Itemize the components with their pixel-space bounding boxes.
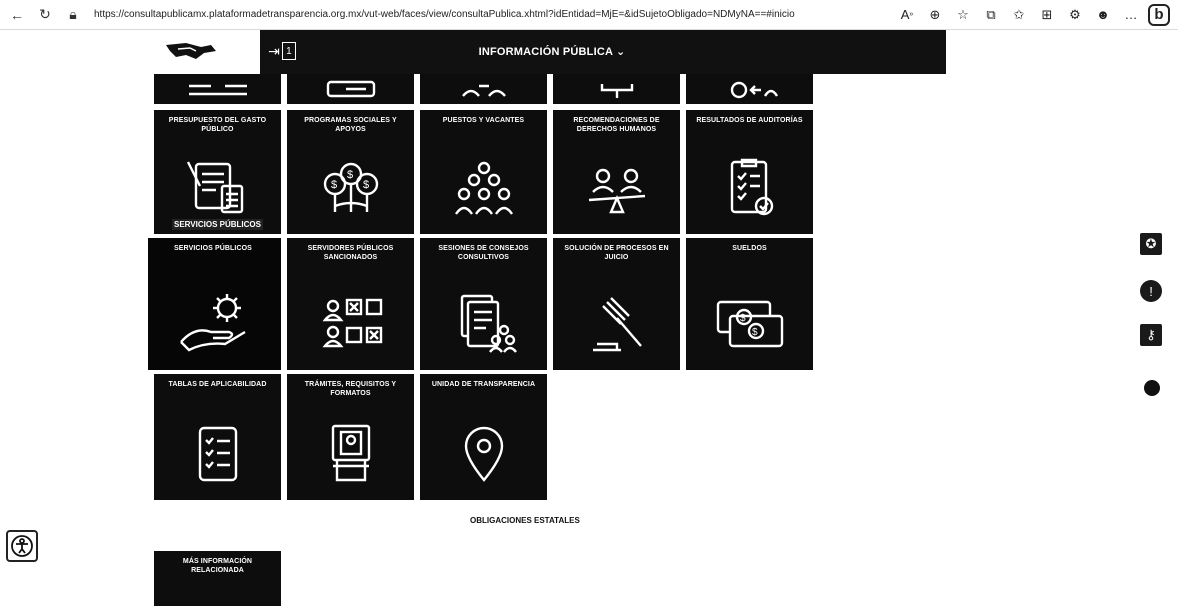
svg-text:$: $	[740, 313, 746, 324]
eagle-logo-icon	[166, 43, 216, 59]
reload-icon[interactable]: ↻	[34, 4, 56, 26]
lock-icon[interactable]: 🔒︎	[62, 4, 84, 26]
budget-doc-icon	[154, 156, 281, 220]
svg-text:$: $	[347, 169, 353, 181]
money-bills-icon: $ $	[686, 292, 813, 356]
tile-sueldos[interactable]: SUELDOS $ $	[686, 238, 813, 370]
tile-unidad-transparencia[interactable]: UNIDAD DE TRANSPARENCIA	[420, 374, 547, 500]
tile-sesiones-consejos[interactable]: SESIONES DE CONSEJOS CONSULTIVOS	[420, 238, 547, 370]
tile-label: SERVIDORES PÚBLICOS SANCIONADOS	[307, 245, 394, 261]
svg-text:$: $	[331, 179, 337, 191]
svg-text:$: $	[752, 327, 758, 338]
tile-top-2[interactable]	[287, 74, 414, 104]
tile-servidores-sancionados[interactable]: SERVIDORES PÚBLICOS SANCIONADOS	[287, 238, 414, 370]
keyboard-icon	[287, 80, 414, 100]
menu-toggle-button[interactable]: ⇥ 1	[262, 38, 302, 64]
zoom-icon[interactable]: ⊕	[924, 4, 946, 26]
people-icon	[420, 80, 547, 100]
tile-label: MÁS INFORMACIÓN RELACIONADA	[182, 558, 253, 574]
tile-label: SERVICIOS PÚBLICOS	[174, 245, 252, 252]
address-bar[interactable]: https://consultapublicamx.plataformadetr…	[94, 9, 834, 20]
documents-people-icon	[420, 292, 547, 356]
branch-icon	[553, 80, 680, 100]
favorite-star-icon[interactable]: ☆	[952, 4, 974, 26]
clipboard-check-icon	[686, 156, 813, 220]
hand-gear-icon	[148, 286, 281, 356]
sanctioned-icon	[287, 292, 414, 356]
exchange-icon	[686, 80, 813, 100]
tile-label: SUELDOS	[732, 245, 767, 252]
menu-box: 1	[281, 42, 296, 60]
profile-icon[interactable]: ☻	[1092, 4, 1114, 26]
tile-top-5[interactable]	[686, 74, 813, 104]
tile-presupuesto[interactable]: PRESUPUESTO DEL GASTO PÚBLICO	[154, 110, 281, 234]
badge-icon[interactable]: ✪	[1140, 233, 1162, 255]
gavel-icon	[553, 292, 680, 356]
tile-resultados-auditorias[interactable]: RESULTADOS DE AUDITORÍAS	[686, 110, 813, 234]
key-icon[interactable]: ⚷	[1140, 324, 1162, 346]
kiosk-icon	[287, 422, 414, 486]
tile-top-3[interactable]	[420, 74, 547, 104]
hover-label: SERVICIOS PÚBLICOS	[172, 219, 263, 230]
tile-label: UNIDAD DE TRANSPARENCIA	[431, 381, 536, 388]
tile-solucion-procesos[interactable]: SOLUCIÓN DE PROCESOS EN JUICIO	[553, 238, 680, 370]
svg-text:$: $	[363, 179, 369, 191]
tile-tramites-requisitos[interactable]: TRÁMITES, REQUISITOS Y FORMATOS	[287, 374, 414, 500]
collections-icon[interactable]: ⊞	[1036, 4, 1058, 26]
money-tree-icon: $ $ $	[287, 156, 414, 220]
alert-icon[interactable]: !	[1140, 280, 1162, 302]
favorites-icon[interactable]: ✩	[1008, 4, 1030, 26]
page-title[interactable]: INFORMACIÓN PÚBLICA ⌄	[452, 45, 652, 58]
bing-icon[interactable]: b	[1148, 3, 1170, 26]
tile-puestos-vacantes[interactable]: PUESTOS Y VACANTES	[420, 110, 547, 234]
arrow-icon: ⇥	[268, 42, 280, 59]
tile-label: RECOMENDACIONES DE DERECHOS HUMANOS	[573, 117, 660, 133]
location-pin-icon	[420, 422, 547, 486]
tile-label: SESIONES DE CONSEJOS CONSULTIVOS	[438, 245, 529, 261]
dot-icon[interactable]	[1144, 380, 1160, 396]
tile-label: PROGRAMAS SOCIALES Y APOYOS	[304, 117, 397, 133]
site-header: ⇥ 1 INFORMACIÓN PÚBLICA ⌄	[122, 30, 946, 74]
tile-top-4[interactable]	[553, 74, 680, 104]
tile-servicios-publicos[interactable]: SERVICIOS PÚBLICOS	[148, 238, 281, 370]
section-title: OBLIGACIONES ESTATALES	[470, 516, 580, 525]
back-arrow-icon[interactable]: ←	[6, 4, 28, 26]
split-screen-icon[interactable]: ⧉	[980, 4, 1002, 26]
browser-toolbar: ← ↻ 🔒︎ https://consultapublicamx.platafo…	[0, 0, 1178, 30]
network-icon	[154, 80, 281, 100]
group-icon	[420, 156, 547, 220]
accessibility-icon[interactable]	[6, 530, 38, 562]
tile-label: PRESUPUESTO DEL GASTO PÚBLICO	[168, 117, 267, 133]
tile-tablas-aplicabilidad[interactable]: TABLAS DE APLICABILIDAD	[154, 374, 281, 500]
balance-icon	[553, 156, 680, 220]
tile-label: TABLAS DE APLICABILIDAD	[168, 381, 267, 388]
tile-label: SOLUCIÓN DE PROCESOS EN JUICIO	[564, 245, 669, 261]
site-logo[interactable]	[122, 30, 260, 74]
read-aloud-icon[interactable]: A»	[896, 4, 918, 26]
tile-label: PUESTOS Y VACANTES	[442, 117, 525, 124]
more-info-tile[interactable]: MÁS INFORMACIÓN RELACIONADA	[154, 551, 281, 606]
more-icon[interactable]: …	[1120, 4, 1142, 26]
checklist-icon	[154, 422, 281, 486]
tile-top-1[interactable]	[154, 74, 281, 104]
tile-recomendaciones-dh[interactable]: RECOMENDACIONES DE DERECHOS HUMANOS	[553, 110, 680, 234]
tile-programas-sociales[interactable]: PROGRAMAS SOCIALES Y APOYOS $ $ $	[287, 110, 414, 234]
tile-label: RESULTADOS DE AUDITORÍAS	[696, 117, 803, 124]
tile-label: TRÁMITES, REQUISITOS Y FORMATOS	[304, 381, 397, 397]
extensions-icon[interactable]: ⚙	[1064, 4, 1086, 26]
